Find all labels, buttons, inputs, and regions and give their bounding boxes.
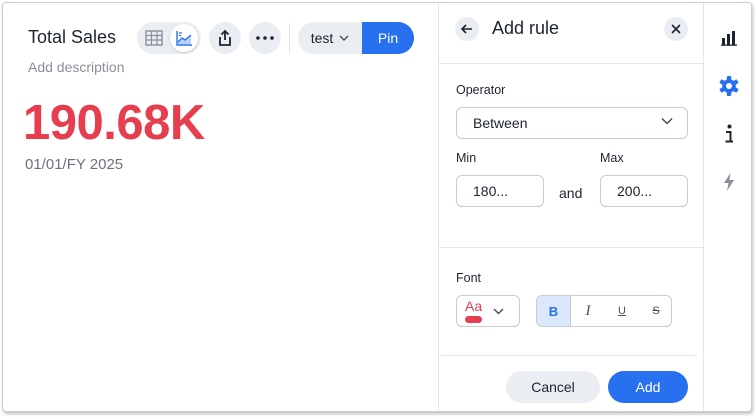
- cancel-button[interactable]: Cancel: [506, 371, 600, 403]
- chart-icon: [176, 31, 192, 46]
- arrow-left-icon: [461, 24, 472, 34]
- font-label: Font: [456, 271, 482, 285]
- chart-view-button[interactable]: [170, 24, 198, 52]
- viz-area: Total Sales Add description test Pin 190…: [3, 3, 438, 411]
- more-options-button[interactable]: [249, 22, 281, 54]
- kpi-date: 01/01/FY 2025: [25, 156, 124, 173]
- description-placeholder[interactable]: Add description: [28, 59, 125, 75]
- footer-divider: [439, 355, 697, 356]
- table-icon: [145, 30, 163, 46]
- operator-select[interactable]: Between: [456, 107, 688, 139]
- chart-type-button[interactable]: [713, 22, 745, 54]
- operator-label: Operator: [456, 83, 506, 97]
- font-color-picker[interactable]: Aa: [456, 295, 520, 327]
- right-sidebar: [703, 3, 751, 411]
- table-view-button[interactable]: [140, 24, 168, 52]
- text-format-group: B I U S: [536, 295, 672, 327]
- max-field[interactable]: 200...: [600, 175, 688, 207]
- liveboard-label: test: [310, 30, 334, 46]
- chart-type-icon: [721, 31, 737, 46]
- min-label: Min: [456, 151, 477, 165]
- lightning-icon: [724, 173, 734, 191]
- panel-title: Add rule: [492, 18, 560, 38]
- italic-button[interactable]: I: [571, 296, 605, 326]
- chevron-down-icon: [493, 308, 504, 315]
- strikethrough-button[interactable]: S: [639, 296, 671, 326]
- header-divider: [439, 63, 704, 64]
- chevron-down-icon: [661, 117, 673, 125]
- settings-button[interactable]: [713, 70, 745, 102]
- back-button[interactable]: [455, 17, 479, 41]
- bold-button[interactable]: B: [537, 296, 571, 326]
- app-frame: Total Sales Add description test Pin 190…: [2, 2, 752, 412]
- operator-value: Between: [473, 115, 528, 131]
- underline-button[interactable]: U: [605, 296, 639, 326]
- pin-group: test Pin: [298, 22, 414, 54]
- pin-button[interactable]: Pin: [362, 22, 414, 54]
- section-divider: [439, 247, 704, 248]
- close-button[interactable]: [664, 17, 688, 41]
- more-icon: [256, 36, 274, 40]
- settings-icon: [719, 76, 739, 96]
- share-icon: [219, 29, 231, 46]
- view-toggle: [137, 22, 201, 54]
- close-icon: [671, 24, 681, 34]
- kpi-value: 190.68K: [23, 96, 205, 150]
- max-label: Max: [600, 151, 624, 165]
- toolbar-divider: [289, 23, 290, 53]
- liveboard-select[interactable]: test: [298, 22, 362, 54]
- and-text: and: [559, 185, 583, 201]
- chevron-down-icon: [339, 35, 349, 41]
- add-button[interactable]: Add: [608, 371, 688, 403]
- lightning-button[interactable]: [713, 166, 745, 198]
- share-button[interactable]: [209, 22, 241, 54]
- add-rule-panel: Add rule Operator Between Min Max 180...…: [438, 3, 704, 411]
- info-icon: [725, 124, 733, 143]
- min-field[interactable]: 180...: [456, 175, 544, 207]
- font-sample: Aa: [465, 298, 483, 314]
- viz-title[interactable]: Total Sales: [28, 27, 116, 48]
- font-color-swatch: [465, 316, 482, 323]
- info-button[interactable]: [713, 118, 745, 150]
